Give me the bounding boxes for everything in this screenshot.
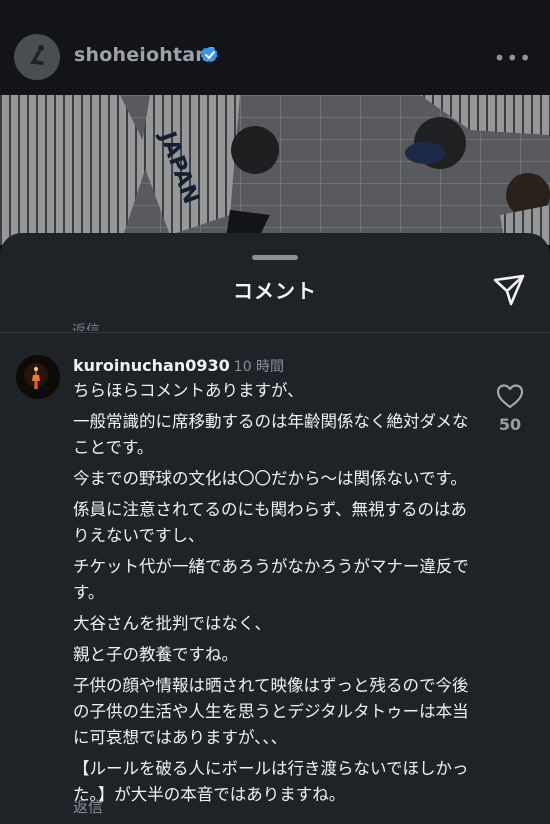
comments-sheet: コメント 返信 kuroinuchan0930 10 時間 ちらほらコメントありま… [0, 233, 550, 824]
divider [0, 332, 550, 333]
post-header: shoheiohtani ••• [0, 0, 550, 95]
comment-username[interactable]: kuroinuchan0930 [73, 356, 230, 375]
comment-line: 子供の顔や情報は晒されて映像はずっと残るので今後の子供の生活や人生を思うとデジタ… [73, 676, 469, 747]
comment-line: 大谷さんを批判ではなく、 [73, 614, 271, 633]
post-username[interactable]: shoheiohtani [74, 44, 216, 66]
comment-line: 一般常識的に席移動するのは年齢関係なく絶対ダメなことです。 [73, 412, 469, 457]
comment-timestamp: 10 時間 [233, 359, 285, 375]
comment-line: 【ルールを破る人にボールは行き渡らないでほしかった。】が大半の本音ではありますね… [73, 759, 469, 804]
comment-meta: kuroinuchan0930 10 時間 [73, 356, 284, 376]
post-photo: JAPAN [0, 95, 550, 245]
profile-avatar[interactable] [14, 34, 60, 80]
comment-line: 今までの野球の文化は〇〇だから〜は関係ないです。 [73, 469, 467, 488]
more-options-icon[interactable]: ••• [494, 46, 532, 70]
comment-line: 係員に注意されてるのにも関わらず、無視するのはありえないですし、 [73, 500, 468, 545]
comment-avatar[interactable] [16, 355, 60, 399]
like-count: 50 [498, 415, 522, 434]
comment-line: チケット代が一緒であろうがなかろうがマナー違反です。 [73, 557, 469, 602]
reply-button[interactable]: 返信 [73, 796, 103, 817]
send-icon[interactable] [492, 273, 526, 307]
heart-icon[interactable] [496, 383, 524, 409]
verified-badge-icon [201, 46, 218, 63]
comment-line: 親と子の教養ですね。 [73, 645, 238, 664]
sheet-grabber[interactable] [252, 255, 298, 260]
previous-reply-button[interactable]: 返信 [72, 322, 100, 331]
comment-line: ちらほらコメントありますが、 [73, 381, 304, 400]
sheet-title: コメント [233, 279, 317, 303]
comment-text: ちらほらコメントありますが、 一般常識的に席移動するのは年齢関係なく絶対ダメなこ… [73, 378, 473, 813]
